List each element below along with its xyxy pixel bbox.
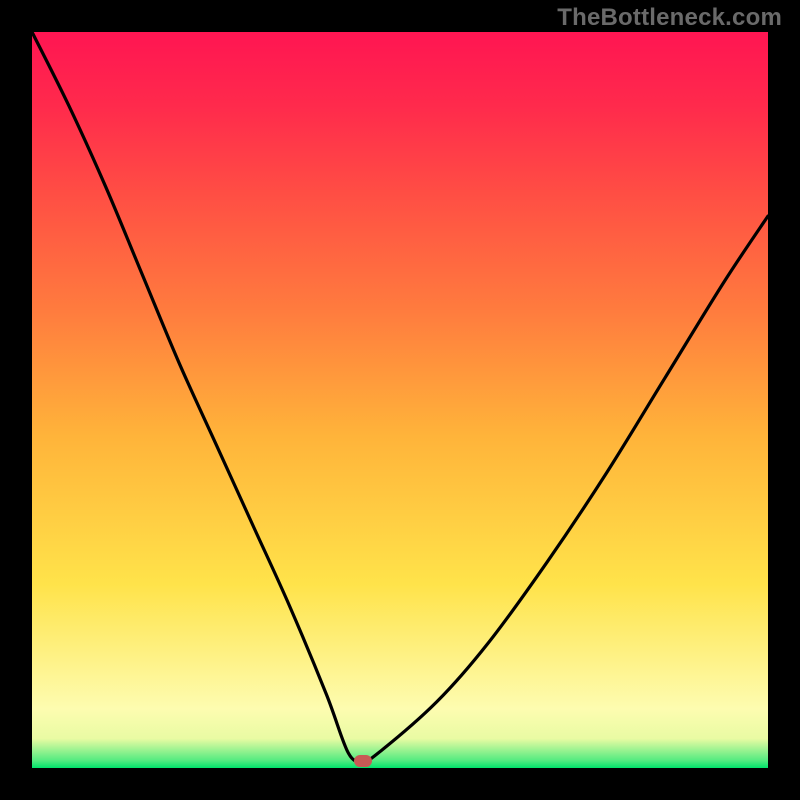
chart-frame: TheBottleneck.com bbox=[0, 0, 800, 800]
plot-area bbox=[32, 32, 768, 768]
minimum-marker bbox=[354, 755, 372, 767]
bottleneck-curve bbox=[32, 32, 768, 768]
watermark-text: TheBottleneck.com bbox=[557, 4, 782, 32]
